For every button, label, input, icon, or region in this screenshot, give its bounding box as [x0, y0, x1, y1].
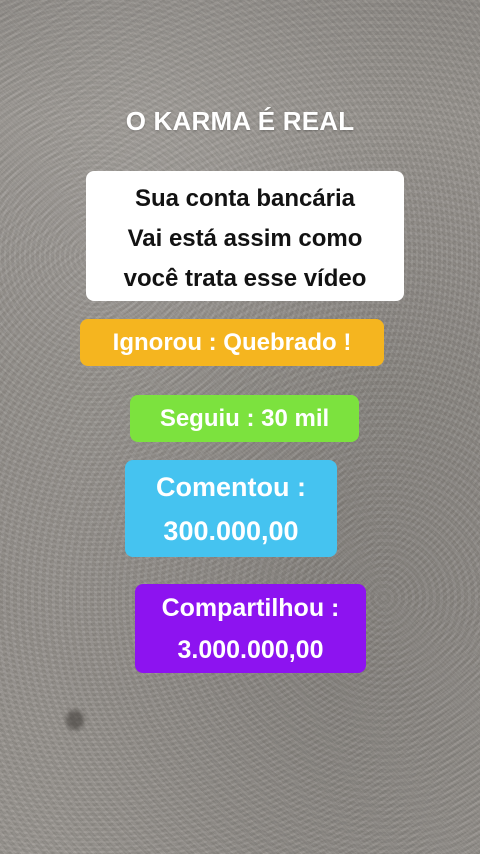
background-shade	[0, 0, 480, 120]
outcome-ignored-label: Ignorou : Quebrado !	[80, 319, 384, 366]
outcome-shared-value: 3.000.000,00	[177, 636, 324, 664]
outcome-shared-label: Compartilhou : 3.000.000,00	[135, 584, 366, 673]
outcome-commented-label: Comentou : 300.000,00	[125, 460, 337, 557]
background-spot	[66, 710, 84, 730]
message-line-3: você trata esse vídeo	[123, 265, 367, 292]
caption-title: O KARMA É REAL	[125, 106, 355, 136]
message-line-1: Sua conta bancária	[134, 185, 356, 212]
outcome-shared-title: Compartilhou :	[161, 594, 340, 622]
outcome-commented-title: Comentou :	[156, 472, 306, 502]
outcome-commented-value: 300.000,00	[163, 516, 299, 546]
message-card: Sua conta bancária Vai está assim como v…	[86, 171, 404, 301]
outcome-followed-label: Seguiu : 30 mil	[130, 395, 359, 442]
message-line-2: Vai está assim como	[127, 225, 363, 252]
